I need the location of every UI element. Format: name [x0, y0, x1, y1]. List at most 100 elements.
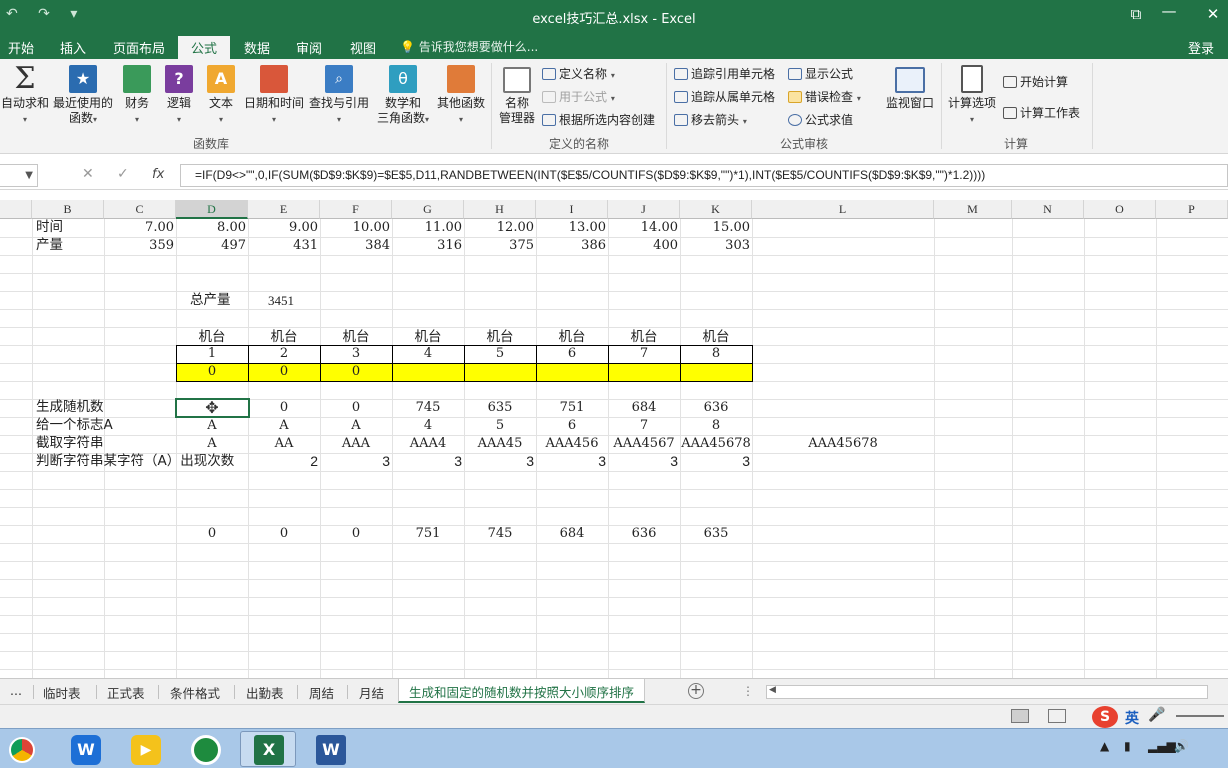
- machine-label[interactable]: 机台: [176, 329, 248, 346]
- time-cell[interactable]: 13.00: [536, 219, 608, 236]
- machine-number-cell[interactable]: 1: [176, 345, 248, 362]
- sorted-value-cell[interactable]: 635: [680, 525, 752, 542]
- tab-home[interactable]: 开始: [8, 38, 34, 57]
- normal-view-icon[interactable]: [1011, 709, 1029, 723]
- close-button[interactable]: ✕: [1198, 5, 1228, 23]
- column-header-l[interactable]: L: [752, 200, 934, 219]
- tab-page-layout[interactable]: 页面布局: [113, 38, 165, 57]
- error-checking-button[interactable]: 错误检查 ▾: [788, 88, 861, 105]
- network-icon[interactable]: ▮: [1124, 739, 1131, 753]
- output-cell[interactable]: 400: [608, 237, 680, 254]
- flag-cell[interactable]: 7: [608, 417, 680, 434]
- signal-icon[interactable]: ▂▄▆: [1148, 739, 1176, 753]
- autosum-button[interactable]: Σ 自动求和 ▾: [0, 64, 50, 127]
- output-cell[interactable]: 359: [104, 237, 176, 254]
- random-number-cell[interactable]: 635: [464, 399, 536, 416]
- output-cell[interactable]: 316: [392, 237, 464, 254]
- login-link[interactable]: 登录: [1188, 38, 1214, 57]
- sheet-tab-conditional[interactable]: 条件格式: [170, 683, 220, 702]
- machine-label[interactable]: 机台: [680, 329, 752, 346]
- page-layout-view-icon[interactable]: [1048, 709, 1066, 723]
- more-functions-button[interactable]: 其他函数 ▾: [434, 65, 488, 127]
- flag-cell[interactable]: 5: [464, 417, 536, 434]
- restore-ribbon-icon[interactable]: ⧉: [1121, 5, 1151, 23]
- sorted-value-cell[interactable]: 0: [176, 525, 248, 542]
- tab-insert[interactable]: 插入: [60, 38, 86, 57]
- tab-view[interactable]: 视图: [350, 38, 376, 57]
- column-header-i[interactable]: I: [536, 200, 608, 219]
- column-header-n[interactable]: N: [1012, 200, 1084, 219]
- tab-review[interactable]: 审阅: [296, 38, 322, 57]
- sheet-tab-monthly[interactable]: 月结: [359, 683, 384, 702]
- use-in-formula-button[interactable]: 用于公式 ▾: [542, 88, 615, 105]
- time-cell[interactable]: 7.00: [104, 219, 176, 236]
- count-cell[interactable]: 3: [320, 453, 392, 470]
- time-cell[interactable]: 14.00: [608, 219, 680, 236]
- sheet-tab-more[interactable]: ...: [10, 683, 22, 698]
- flag-cell[interactable]: 4: [392, 417, 464, 434]
- trace-dependents-button[interactable]: 追踪从属单元格: [674, 88, 775, 105]
- lookup-reference-button[interactable]: ⌕ 查找与引用 ▾: [306, 65, 372, 127]
- minimize-button[interactable]: —: [1154, 2, 1184, 20]
- random-number-cell[interactable]: 636: [680, 399, 752, 416]
- time-cell[interactable]: 10.00: [320, 219, 392, 236]
- machine-label[interactable]: 机台: [248, 329, 320, 346]
- random-number-cell[interactable]: 0: [248, 399, 320, 416]
- column-header-b[interactable]: B: [32, 200, 104, 219]
- yellow-cell[interactable]: [536, 363, 608, 380]
- trace-precedents-button[interactable]: 追踪引用单元格: [674, 65, 775, 82]
- substring-cell[interactable]: AAA456: [536, 435, 608, 452]
- calculation-options-button[interactable]: 计算选项 ▾: [944, 65, 1000, 127]
- yellow-cell[interactable]: 0: [248, 363, 320, 380]
- machine-number-cell[interactable]: 5: [464, 345, 536, 362]
- remove-arrows-button[interactable]: 移去箭头 ▾: [674, 111, 747, 128]
- yellow-cell[interactable]: [608, 363, 680, 380]
- cancel-formula-icon[interactable]: ✕: [82, 166, 94, 182]
- column-header-c[interactable]: C: [104, 200, 176, 219]
- machine-label[interactable]: 机台: [608, 329, 680, 346]
- machine-number-cell[interactable]: 8: [680, 345, 752, 362]
- output-cell[interactable]: 497: [176, 237, 248, 254]
- machine-label[interactable]: 机台: [392, 329, 464, 346]
- random-number-cell[interactable]: 684: [608, 399, 680, 416]
- machine-number-cell[interactable]: 3: [320, 345, 392, 362]
- column-header-k[interactable]: K: [680, 200, 752, 219]
- substring-cell[interactable]: AAA4: [392, 435, 464, 452]
- sheet-tab-temp[interactable]: 临时表: [43, 683, 81, 702]
- sheet-tab-attendance[interactable]: 出勤表: [246, 683, 284, 702]
- date-time-button[interactable]: 日期和时间 ▾: [242, 65, 306, 127]
- output-cell[interactable]: 303: [680, 237, 752, 254]
- tab-formulas[interactable]: 公式: [178, 36, 231, 59]
- watch-window-button[interactable]: 监视窗口: [882, 67, 938, 111]
- yellow-cell[interactable]: [392, 363, 464, 380]
- sorted-value-cell[interactable]: 0: [248, 525, 320, 542]
- microphone-icon[interactable]: 🎤: [1148, 707, 1165, 723]
- time-cell[interactable]: 15.00: [680, 219, 752, 236]
- excel-app-icon[interactable]: X: [240, 731, 296, 767]
- random-number-cell[interactable]: 751: [536, 399, 608, 416]
- text-button[interactable]: A 文本 ▾: [202, 65, 240, 127]
- column-header-o[interactable]: O: [1084, 200, 1156, 219]
- worksheet-grid[interactable]: B C D E F G H I J K L M N O P 时间 7.00 8.00 9.00 10.00 11.00 1…: [0, 200, 1228, 678]
- math-trig-button[interactable]: θ 数学和 三角函数▾: [372, 65, 434, 127]
- sorted-value-cell[interactable]: 636: [608, 525, 680, 542]
- formula-input[interactable]: =IF(D9<>"",0,IF(SUM($D$9:$K$9)=$E$5,D11,…: [180, 164, 1228, 187]
- name-box-dropdown[interactable]: ▼: [0, 164, 38, 187]
- sogou-ime-icon[interactable]: S: [1092, 706, 1118, 728]
- define-name-button[interactable]: 定义名称 ▾: [542, 65, 615, 82]
- count-cell[interactable]: 2: [248, 453, 320, 470]
- evaluate-formula-button[interactable]: 公式求值: [788, 111, 853, 128]
- random-number-cell[interactable]: 745: [392, 399, 464, 416]
- sheet-tab-formal[interactable]: 正式表: [107, 683, 145, 702]
- substring-cell[interactable]: AAA4567: [608, 435, 680, 452]
- count-cell[interactable]: 3: [536, 453, 608, 470]
- chrome-app-icon[interactable]: [0, 731, 44, 767]
- count-cell[interactable]: 3: [464, 453, 536, 470]
- volume-icon[interactable]: 🔊: [1174, 739, 1189, 753]
- sorted-value-cell[interactable]: 0: [320, 525, 392, 542]
- output-cell[interactable]: 375: [464, 237, 536, 254]
- substring-extra-cell[interactable]: AAA45678: [752, 435, 934, 452]
- sheet-tab-weekly[interactable]: 周结: [309, 683, 334, 702]
- time-cell[interactable]: 9.00: [248, 219, 320, 236]
- substring-cell[interactable]: AAA: [320, 435, 392, 452]
